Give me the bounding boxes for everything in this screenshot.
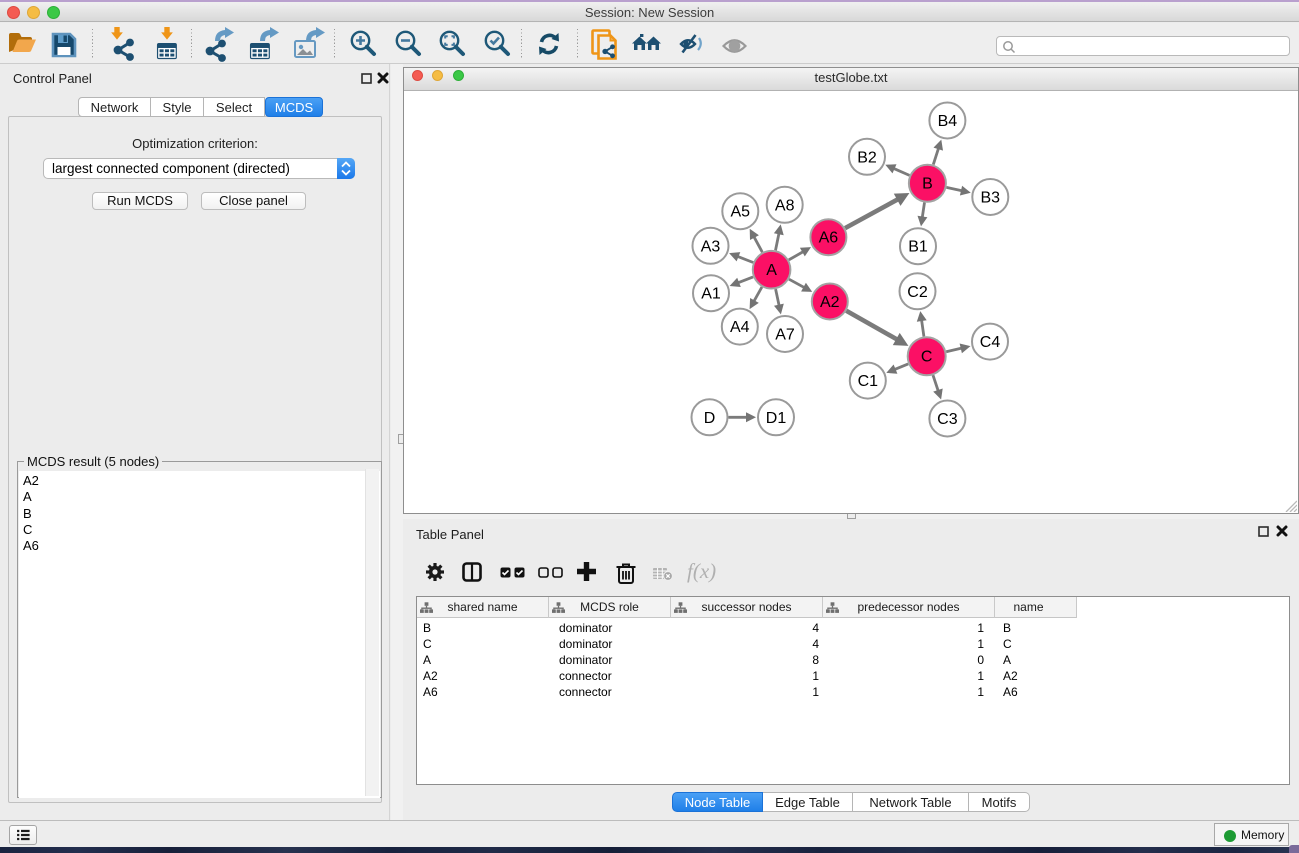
- svg-text:B4: B4: [938, 113, 958, 130]
- svg-text:A5: A5: [731, 204, 751, 221]
- svg-text:A: A: [766, 262, 777, 279]
- svg-text:A4: A4: [730, 319, 750, 336]
- svg-text:C2: C2: [907, 284, 928, 301]
- svg-text:A6: A6: [819, 230, 839, 247]
- svg-text:C4: C4: [980, 334, 1001, 351]
- svg-text:A1: A1: [701, 286, 721, 303]
- svg-text:C3: C3: [937, 411, 958, 428]
- svg-text:B2: B2: [857, 149, 877, 166]
- svg-text:A2: A2: [820, 294, 840, 311]
- svg-text:A7: A7: [775, 327, 795, 344]
- svg-text:B3: B3: [981, 190, 1001, 207]
- svg-text:A8: A8: [775, 197, 795, 214]
- svg-text:D: D: [704, 410, 716, 427]
- svg-text:C: C: [921, 349, 933, 366]
- svg-text:B: B: [922, 176, 933, 193]
- svg-text:C1: C1: [858, 373, 879, 390]
- svg-text:B1: B1: [908, 239, 928, 256]
- svg-text:D1: D1: [766, 410, 787, 427]
- svg-text:A3: A3: [701, 238, 721, 255]
